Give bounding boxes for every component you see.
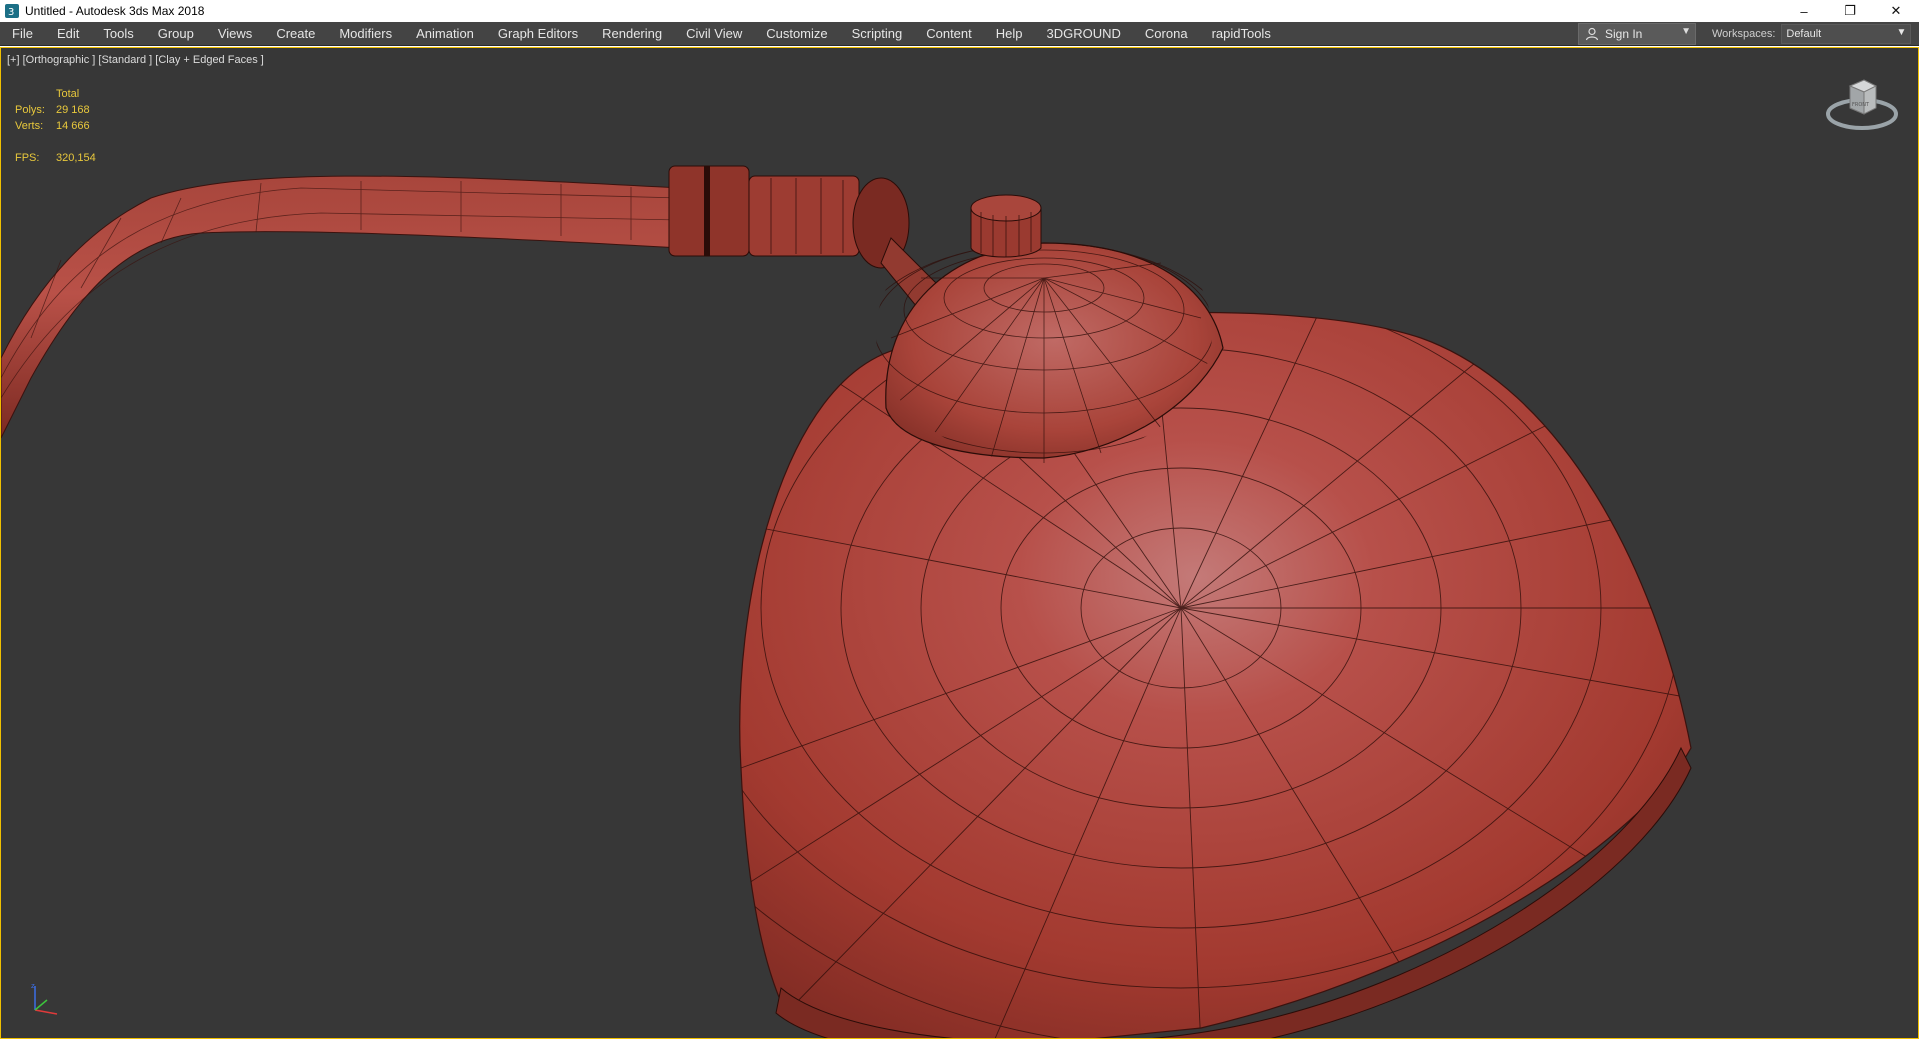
menu-animation[interactable]: Animation bbox=[404, 22, 486, 46]
workspaces-group: Workspaces: Default ▼ bbox=[1712, 22, 1912, 46]
menu-graph-editors[interactable]: Graph Editors bbox=[486, 22, 590, 46]
app-icon[interactable]: 3 bbox=[4, 3, 20, 19]
lamp-arm bbox=[1, 165, 942, 439]
menu-civil-view[interactable]: Civil View bbox=[674, 22, 754, 46]
viewport-statistics: Total Polys: 29 168 Verts: 14 666 FPS: 3… bbox=[15, 86, 96, 166]
menu-bar: File Edit Tools Group Views Create Modif… bbox=[0, 22, 1919, 46]
menu-modifiers[interactable]: Modifiers bbox=[327, 22, 404, 46]
polys-value: 29 168 bbox=[56, 104, 90, 116]
scene-render bbox=[1, 165, 1692, 1038]
menu-views[interactable]: Views bbox=[206, 22, 264, 46]
stats-header: Total bbox=[56, 88, 80, 100]
sign-in-label: Sign In bbox=[1605, 27, 1643, 41]
menu-edit[interactable]: Edit bbox=[45, 22, 91, 46]
menu-scripting[interactable]: Scripting bbox=[840, 22, 915, 46]
chevron-down-icon: ▼ bbox=[1896, 27, 1907, 38]
fps-value: 320,154 bbox=[56, 152, 96, 164]
restore-button[interactable]: ❐ bbox=[1827, 0, 1873, 22]
menu-content[interactable]: Content bbox=[914, 22, 984, 46]
menu-file[interactable]: File bbox=[0, 22, 45, 46]
window-title: Untitled - Autodesk 3ds Max 2018 bbox=[25, 4, 205, 18]
workspace-select[interactable]: Default ▼ bbox=[1781, 24, 1912, 44]
menu-rapidtools[interactable]: rapidTools bbox=[1200, 22, 1283, 46]
viewcube-icon[interactable]: FRONT bbox=[1824, 74, 1900, 134]
viewcube-face-label: FRONT bbox=[1852, 102, 1870, 108]
menu-help[interactable]: Help bbox=[984, 22, 1035, 46]
menu-3dground[interactable]: 3DGROUND bbox=[1035, 22, 1133, 46]
axis-tripod-icon: z bbox=[31, 982, 58, 1015]
window-controls: – ❐ ✕ bbox=[1781, 0, 1919, 22]
viewport-label[interactable]: [+] [Orthographic ] [Standard ] [Clay + … bbox=[7, 54, 264, 66]
sign-in-dropdown[interactable]: Sign In ▼ bbox=[1578, 23, 1696, 45]
verts-value: 14 666 bbox=[56, 120, 90, 132]
title-bar: 3 Untitled - Autodesk 3ds Max 2018 – ❐ ✕ bbox=[0, 0, 1919, 22]
workspaces-label: Workspaces: bbox=[1712, 28, 1776, 40]
close-button[interactable]: ✕ bbox=[1873, 0, 1919, 22]
verts-label: Verts: bbox=[15, 120, 44, 132]
fps-label: FPS: bbox=[15, 152, 40, 164]
menu-tools[interactable]: Tools bbox=[91, 22, 145, 46]
workspace-value: Default bbox=[1786, 28, 1822, 40]
svg-text:3: 3 bbox=[8, 7, 14, 18]
viewport-orthographic[interactable]: [+] [Orthographic ] [Standard ] [Clay + … bbox=[0, 47, 1919, 1039]
svg-text:z: z bbox=[31, 982, 35, 990]
menu-create[interactable]: Create bbox=[264, 22, 327, 46]
chevron-down-icon: ▼ bbox=[1681, 26, 1691, 37]
user-icon bbox=[1585, 27, 1599, 41]
menu-customize[interactable]: Customize bbox=[754, 22, 839, 46]
menu-group[interactable]: Group bbox=[146, 22, 206, 46]
polys-label: Polys: bbox=[15, 104, 45, 116]
minimize-button[interactable]: – bbox=[1781, 0, 1827, 22]
menu-corona[interactable]: Corona bbox=[1133, 22, 1200, 46]
menu-rendering[interactable]: Rendering bbox=[590, 22, 674, 46]
